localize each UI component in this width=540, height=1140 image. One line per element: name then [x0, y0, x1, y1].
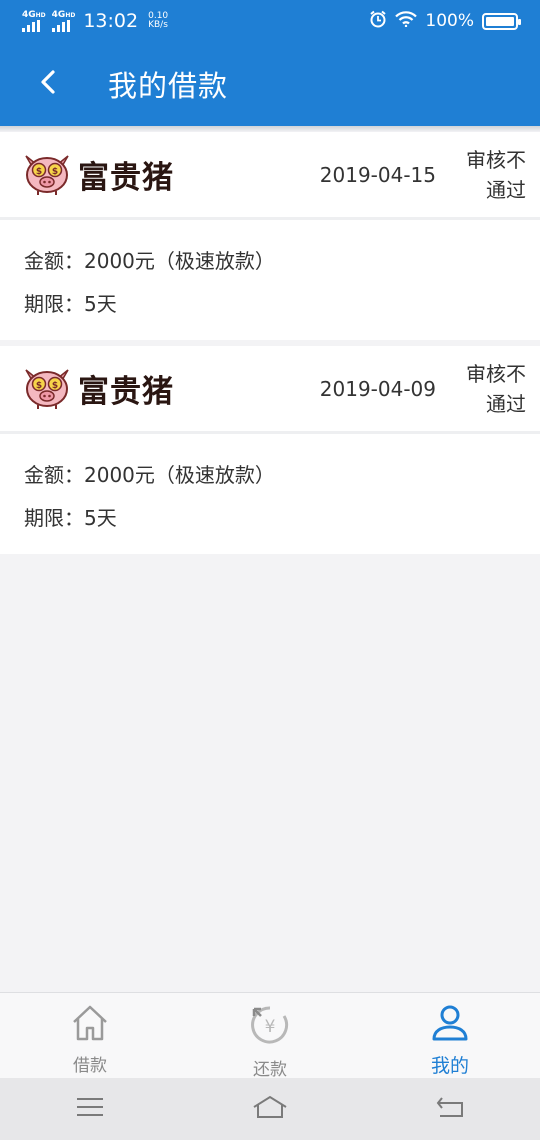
system-menu-button[interactable] [60, 1089, 120, 1129]
brand-logo: $ $ 富贵猪 [20, 362, 174, 416]
loan-term: 期限：5天 [24, 506, 117, 530]
pig-logo-icon: $ $ [20, 362, 74, 416]
network-2: 4GHD [51, 9, 76, 32]
system-back-button[interactable] [420, 1089, 480, 1129]
loan-card-header: $ $ 富贵猪 2019-04-15 审核不 通过 [0, 132, 540, 220]
loan-date: 2019-04-09 [319, 376, 436, 401]
loan-card-body: 金额：2000元（极速放款） 期限：5天 [0, 220, 540, 326]
page-title: 我的借款 [108, 69, 229, 103]
svg-text:$: $ [52, 381, 58, 391]
loan-amount: 金额：2000元（极速放款） [24, 249, 275, 273]
loan-card-header: $ $ 富贵猪 2019-04-09 审核不 通过 [0, 346, 540, 434]
loan-status: 审核不 通过 [460, 145, 526, 205]
svg-text:$: $ [52, 167, 58, 177]
tab-mine-label: 我的 [430, 1055, 469, 1077]
loan-card[interactable]: $ $ 富贵猪 2019-04-15 审核不 通过 金额：2000元（极速放款）… [0, 132, 540, 340]
system-nav-bar [0, 1078, 540, 1140]
loan-amount: 金额：2000元（极速放款） [24, 463, 275, 487]
chevron-left-icon [39, 69, 57, 99]
loan-date: 2019-04-15 [319, 162, 436, 187]
top-bar: 4GHD 4GHD 13:02 0.10 KB/s 100% 我的借款 [0, 0, 540, 126]
status-time: 13:02 [83, 10, 139, 32]
svg-text:$: $ [36, 167, 42, 177]
back-button[interactable] [0, 42, 96, 126]
loan-status-line2: 通过 [486, 391, 526, 416]
loan-status-line1: 审核不 [466, 147, 526, 172]
loan-term: 期限：5天 [24, 292, 117, 316]
svg-text:¥: ¥ [265, 1017, 276, 1037]
user-icon [430, 1003, 470, 1047]
tab-borrow[interactable]: 借款 [0, 993, 180, 1078]
network-1: 4GHD [22, 9, 46, 32]
alarm-icon [369, 10, 387, 33]
status-bar: 4GHD 4GHD 13:02 0.10 KB/s 100% [0, 0, 540, 42]
network-2-sup: HD [65, 11, 76, 19]
home-icon [70, 1003, 110, 1047]
repay-yen-icon: ¥ [248, 1003, 292, 1051]
network-1-label: 4G [22, 9, 36, 20]
tab-borrow-label: 借款 [73, 1056, 107, 1076]
loan-card-body: 金额：2000元（极速放款） 期限：5天 [0, 434, 540, 540]
app-bar: 我的借款 [0, 42, 540, 126]
brand-name: 富贵猪 [78, 160, 174, 196]
tab-repay[interactable]: ¥ 还款 [180, 993, 360, 1080]
network-2-label: 4G [51, 9, 66, 20]
signal-icon [22, 19, 40, 32]
tab-repay-label: 还款 [253, 1060, 287, 1080]
network-speed: 0.10 KB/s [148, 12, 168, 30]
back-icon [436, 1096, 464, 1122]
svg-text:$: $ [36, 381, 42, 391]
bottom-tab-bar: 借款 ¥ 还款 我的 [0, 992, 540, 1080]
menu-icon [76, 1097, 104, 1121]
signal-icon [51, 19, 70, 32]
loan-status: 审核不 通过 [460, 359, 526, 419]
brand-name: 富贵猪 [78, 374, 174, 410]
brand-logo: $ $ 富贵猪 [20, 148, 174, 202]
speed-unit: KB/s [148, 20, 168, 30]
tab-mine[interactable]: 我的 [360, 993, 540, 1078]
home-icon [252, 1095, 288, 1123]
network-1-sup: HD [35, 11, 46, 19]
battery-percent: 100% [425, 11, 474, 31]
battery-icon [482, 12, 521, 30]
loan-card[interactable]: $ $ 富贵猪 2019-04-09 审核不 通过 金额：2000元（极速放款）… [0, 346, 540, 554]
loan-status-line1: 审核不 [466, 361, 526, 386]
wifi-icon [395, 10, 418, 32]
pig-logo-icon: $ $ [20, 148, 74, 202]
system-home-button[interactable] [240, 1089, 300, 1129]
loan-status-line2: 通过 [486, 177, 526, 202]
